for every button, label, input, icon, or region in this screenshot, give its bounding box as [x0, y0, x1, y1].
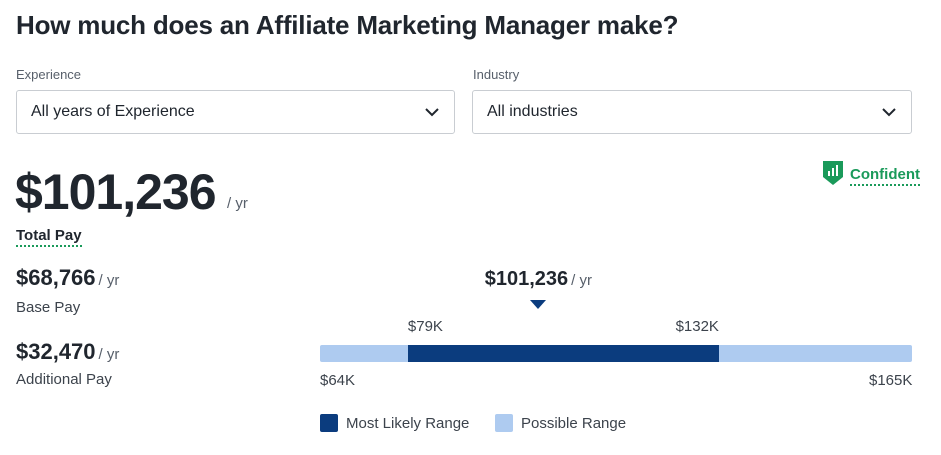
experience-label: Experience [16, 67, 82, 82]
page-title: How much does an Affiliate Marketing Man… [16, 10, 679, 40]
most-likely-swatch [320, 414, 338, 432]
shield-chart-icon [822, 160, 844, 191]
median-pay-marker-value: $101,236/ yr [485, 268, 592, 291]
likely-low-label: $79K [407, 318, 443, 335]
legend-possible-label: Possible Range [521, 414, 627, 432]
total-pay-label[interactable]: Total Pay [16, 227, 82, 247]
range-max-label: $165K [869, 372, 913, 389]
industry-value: All industries [487, 103, 578, 120]
chevron-down-icon [424, 104, 440, 120]
range-min-label: $64K [320, 372, 356, 389]
additional-pay-unit: / yr [98, 346, 120, 363]
total-pay-amount: $101,236 [15, 164, 217, 220]
additional-pay-amount-row: $32,470/ yr [16, 339, 119, 365]
chevron-down-icon [881, 104, 897, 120]
median-pay-amount: $101,236 [484, 268, 569, 290]
most-likely-range-bar [407, 345, 719, 362]
legend-possible: Possible Range [495, 414, 626, 432]
experience-value: All years of Experience [31, 103, 195, 120]
additional-pay-label: Additional Pay [16, 371, 112, 388]
base-pay-unit: / yr [98, 272, 120, 289]
additional-pay-amount: $32,470 [16, 339, 96, 364]
pay-range-bar [320, 345, 912, 362]
industry-select[interactable]: All industries [472, 90, 912, 134]
legend-most-likely: Most Likely Range [320, 414, 469, 432]
industry-label: Industry [473, 67, 520, 82]
base-pay-label: Base Pay [16, 299, 81, 316]
likely-high-label: $132K [675, 318, 719, 335]
possible-swatch [495, 414, 513, 432]
confidence-badge[interactable]: Confident [822, 160, 920, 191]
legend-most-likely-label: Most Likely Range [346, 414, 470, 432]
experience-select[interactable]: All years of Experience [16, 90, 455, 134]
base-pay-amount-row: $68,766/ yr [16, 265, 119, 291]
median-marker-triangle-icon [530, 300, 547, 309]
median-pay-unit: / yr [571, 272, 593, 289]
base-pay-amount: $68,766 [16, 265, 96, 290]
total-pay-unit: / yr [227, 195, 248, 212]
confidence-label: Confident [850, 166, 920, 186]
